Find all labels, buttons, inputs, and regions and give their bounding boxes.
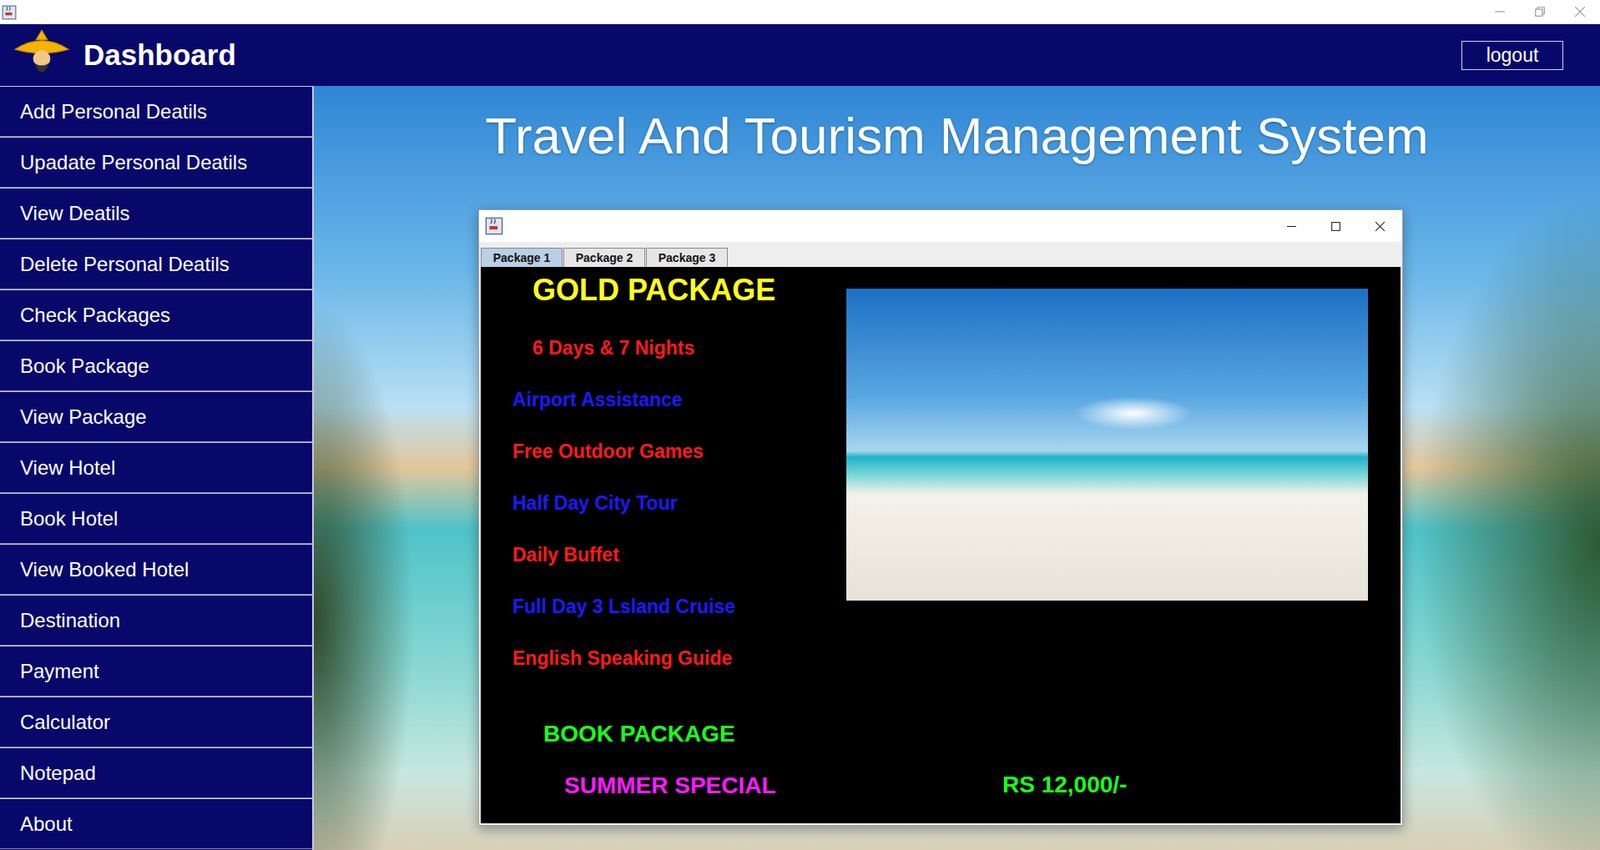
package-duration: 6 Days & 7 Nights	[532, 335, 695, 361]
restore-icon[interactable]	[1519, 0, 1560, 24]
package-media: RS 12,000/-	[846, 267, 1401, 824]
minimize-icon[interactable]	[1269, 214, 1314, 239]
sidebar-item[interactable]: Check Packages	[0, 289, 313, 341]
logout-button[interactable]: logout	[1461, 40, 1564, 71]
sidebar-item[interactable]: Add Personal Deatils	[0, 85, 313, 137]
sidebar-item[interactable]: Book Package	[0, 340, 313, 392]
sidebar-item[interactable]: Destination	[0, 595, 313, 647]
sidebar-item[interactable]: Calculator	[0, 696, 313, 748]
sidebar-item[interactable]: Upadate Personal Deatils	[0, 136, 313, 188]
app-window: DashboardlogoutAdd Personal DeatilsUpada…	[0, 0, 1600, 850]
package-panel: GOLD PACKAGE 6 Days & 7 Nights Airport Ass…	[480, 267, 1401, 824]
package-feature: Full Day 3 Lsland Cruise	[512, 594, 736, 620]
sidebar-item[interactable]: Delete Personal Deatils	[0, 238, 313, 290]
package-feature: Airport Assistance	[512, 387, 683, 413]
sidebar-item[interactable]: View Package	[0, 391, 313, 443]
package-window: Package 1Package 2Package 3 GOLD PACKAGE 6…	[478, 209, 1404, 827]
tab[interactable]: Package 3	[646, 247, 728, 268]
java-icon	[1, 5, 17, 21]
sidebar-item[interactable]: View Deatils	[0, 187, 313, 239]
sidebar-item[interactable]: Book Hotel	[0, 493, 313, 545]
system-title: Travel And Tourism Management System	[313, 85, 1600, 168]
book-package-button[interactable]: BOOK PACKAGE	[543, 721, 736, 748]
minimize-icon[interactable]	[1479, 0, 1520, 24]
sidebar-item[interactable]: Notepad	[0, 747, 313, 799]
sidebar-item[interactable]: About	[0, 798, 313, 850]
package-feature: Free Outdoor Games	[512, 439, 704, 465]
offer-label: SUMMER SPECIAL	[564, 773, 777, 799]
header: Dashboardlogout	[0, 24, 1600, 86]
beach-photo	[846, 288, 1368, 601]
main-area: Travel And Tourism Management System Pack…	[313, 85, 1600, 850]
window-controls	[1269, 214, 1403, 239]
sidebar-item[interactable]: View Hotel	[0, 442, 313, 494]
close-icon[interactable]	[1559, 0, 1600, 24]
tab-bar: Package 1Package 2Package 3	[479, 242, 1403, 268]
package-details: GOLD PACKAGE 6 Days & 7 Nights Airport Ass…	[480, 267, 847, 824]
maximize-icon[interactable]	[1313, 214, 1358, 239]
window-title-bar	[0, 0, 1600, 25]
window-controls	[1479, 0, 1600, 25]
package-feature: Daily Buffet	[512, 542, 620, 568]
sidebar: Add Personal DeatilsUpadate Personal Dea…	[0, 85, 314, 850]
package-window-title-bar	[479, 210, 1403, 243]
sidebar-item[interactable]: View Booked Hotel	[0, 544, 313, 596]
tab[interactable]: Package 2	[563, 247, 646, 268]
tab[interactable]: Package 1	[480, 247, 563, 268]
body: Add Personal DeatilsUpadate Personal Dea…	[0, 85, 1600, 850]
package-feature: English Speaking Guide	[512, 646, 732, 672]
hat-logo-icon	[12, 28, 71, 82]
sidebar-item[interactable]: Payment	[0, 646, 313, 697]
dashboard-title: Dashboard	[83, 38, 1462, 72]
package-price: RS 12,000/-	[1002, 772, 1127, 798]
package-feature: Half Day City Tour	[512, 490, 678, 516]
java-icon	[484, 217, 504, 236]
close-icon[interactable]	[1357, 214, 1403, 239]
package-name: GOLD PACKAGE	[532, 273, 776, 308]
